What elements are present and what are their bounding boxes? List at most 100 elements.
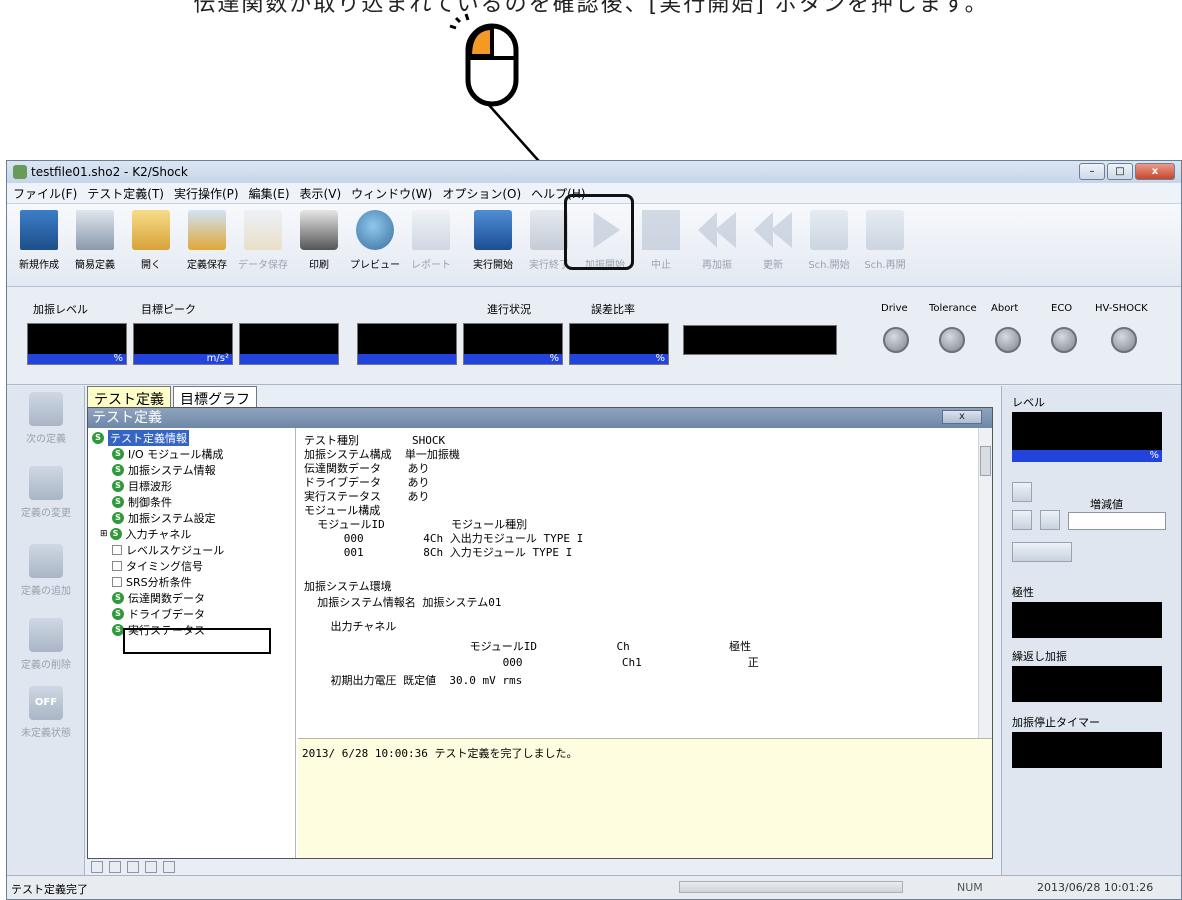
open-folder-icon	[132, 210, 170, 250]
tree-item-target-waveform[interactable]: S 目標波形	[112, 478, 172, 494]
expand-icon[interactable]: ⊞	[100, 529, 108, 539]
maximize-button[interactable]: □	[1107, 163, 1133, 180]
content-line: 出力チャネル	[304, 620, 397, 633]
update-button[interactable]: 更新	[745, 210, 801, 282]
abort-button[interactable]: 中止	[633, 210, 689, 282]
title-bar: testfile01.sho2 - K2/Shock – □ x	[7, 161, 1181, 183]
layout-icon[interactable]	[91, 861, 103, 873]
s-icon: S	[112, 496, 124, 508]
simple-definition-button[interactable]: 簡易定義	[67, 210, 123, 282]
content-line: 加振システム環境	[304, 580, 392, 593]
tree-item-control-conditions[interactable]: S 制御条件	[112, 494, 172, 510]
window-controls: – □ x	[1079, 163, 1175, 180]
meter-blank-1	[239, 323, 339, 365]
hv-shock-indicator	[1111, 327, 1137, 353]
change-definition-button[interactable]: 定義の変更	[7, 466, 85, 519]
tree-item-timing-signal[interactable]: タイミング信号	[112, 558, 203, 574]
meter-blank-2	[357, 323, 457, 365]
eco-label: ECO	[1051, 303, 1073, 314]
menu-run-operation[interactable]: 実行操作(P)	[174, 185, 239, 202]
s-icon: S	[92, 432, 104, 444]
schedule-resume-button[interactable]: Sch.再開	[857, 210, 913, 282]
content-scrollbar[interactable]	[978, 428, 992, 738]
polarity-display	[1012, 602, 1162, 638]
tree-item-io-module[interactable]: S I/O モジュール構成	[112, 446, 223, 462]
menu-view[interactable]: 表示(V)	[300, 185, 342, 202]
menu-edit[interactable]: 編集(E)	[249, 185, 290, 202]
minimize-button[interactable]: –	[1079, 163, 1105, 180]
edit-button[interactable]	[1040, 510, 1060, 530]
left-toolbar: 次の定義 定義の変更 定義の追加 定義の削除 OFF 未定義状態	[7, 386, 85, 876]
error-ratio-meter: %	[569, 323, 669, 365]
tab-target-graph[interactable]: 目標グラフ	[173, 386, 257, 408]
tree-item-input-channel[interactable]: ⊞ S 入力チャネル	[100, 526, 191, 542]
tree-item-test-info[interactable]: S テスト定義情報	[92, 430, 189, 446]
abort-indicator	[995, 327, 1021, 353]
tree-item-level-schedule[interactable]: レベルスケジュール	[112, 542, 224, 558]
empty-box-icon	[112, 545, 122, 555]
level-label: レベル	[1012, 396, 1045, 409]
report-button[interactable]: レポート	[403, 210, 459, 282]
run-start-button[interactable]: 実行開始	[465, 210, 521, 282]
window-title: testfile01.sho2 - K2/Shock	[31, 165, 188, 179]
tab-strip: テスト定義 目標グラフ	[87, 386, 259, 408]
save-definition-button[interactable]: 定義保存	[179, 210, 235, 282]
pencil-icon	[29, 466, 63, 500]
menu-window[interactable]: ウィンドウ(W)	[351, 185, 432, 202]
off-icon: OFF	[29, 686, 63, 720]
level-up-button[interactable]	[1012, 482, 1032, 502]
s-icon: S	[112, 464, 124, 476]
progress-label: 進行状況	[487, 303, 531, 316]
content-line: 001 8Ch 入力モジュール TYPE I	[304, 546, 573, 559]
scroll-thumb[interactable]	[980, 446, 991, 476]
num-lock-indicator: NUM	[957, 881, 983, 894]
rewind-icon	[698, 212, 736, 248]
re-excite-button[interactable]: 再加振	[689, 210, 745, 282]
save-data-button[interactable]: データ保存	[235, 210, 291, 282]
run-stop-icon	[530, 210, 568, 250]
tree-item-drive-data[interactable]: S ドライブデータ	[112, 606, 205, 622]
menu-options[interactable]: オプション(O)	[442, 185, 521, 202]
panel-close-button[interactable]: x	[942, 410, 982, 424]
tolerance-indicator	[939, 327, 965, 353]
drive-label: Drive	[881, 303, 908, 314]
window-icon[interactable]	[145, 861, 157, 873]
simple-definition-icon	[76, 210, 114, 250]
delete-definition-button[interactable]: 定義の削除	[7, 618, 85, 671]
waveform-button[interactable]	[1012, 542, 1072, 562]
tab-test-definition[interactable]: テスト定義	[87, 386, 171, 408]
preview-icon	[356, 210, 394, 250]
open-button[interactable]: 開く	[123, 210, 179, 282]
next-definition-button[interactable]: 次の定義	[7, 392, 85, 445]
menu-file[interactable]: ファイル(F)	[13, 185, 77, 202]
run-start-icon	[474, 210, 512, 250]
timer-display	[1012, 732, 1162, 768]
preview-button[interactable]: プレビュー	[347, 210, 403, 282]
expand-icon[interactable]	[127, 861, 139, 873]
tree-item-shaker-info[interactable]: S 加振システム情報	[112, 462, 216, 478]
s-icon: S	[112, 512, 124, 524]
s-icon: S	[112, 448, 124, 460]
add-definition-button[interactable]: 定義の追加	[7, 544, 85, 597]
menu-test-definition[interactable]: テスト定義(T)	[87, 185, 164, 202]
tree-item-srs-analysis[interactable]: SRS分析条件	[112, 574, 192, 590]
content-line: 加振システム情報名 加振システム01	[304, 596, 502, 609]
repeat-label: 繰返し加振	[1012, 650, 1067, 663]
empty-box-icon	[112, 561, 122, 571]
run-start-highlight	[564, 194, 634, 270]
close-icon[interactable]	[163, 861, 175, 873]
columns-icon[interactable]	[109, 861, 121, 873]
content-line: 000 Ch1 正	[304, 656, 759, 669]
print-button[interactable]: 印刷	[291, 210, 347, 282]
level-down-button[interactable]	[1012, 510, 1032, 530]
tree-item-shaker-settings[interactable]: S 加振システム設定	[112, 510, 216, 526]
undefined-state-button[interactable]: OFF 未定義状態	[7, 686, 85, 739]
tree-item-transfer-function[interactable]: S 伝達関数データ	[112, 590, 205, 606]
close-button[interactable]: x	[1135, 163, 1175, 180]
new-button[interactable]: 新規作成	[11, 210, 67, 282]
save-definition-icon	[188, 210, 226, 250]
step-label: 増減値	[1090, 498, 1123, 511]
meter-blank-wide	[683, 325, 837, 355]
schedule-start-button[interactable]: Sch.開始	[801, 210, 857, 282]
step-input[interactable]	[1068, 512, 1166, 530]
